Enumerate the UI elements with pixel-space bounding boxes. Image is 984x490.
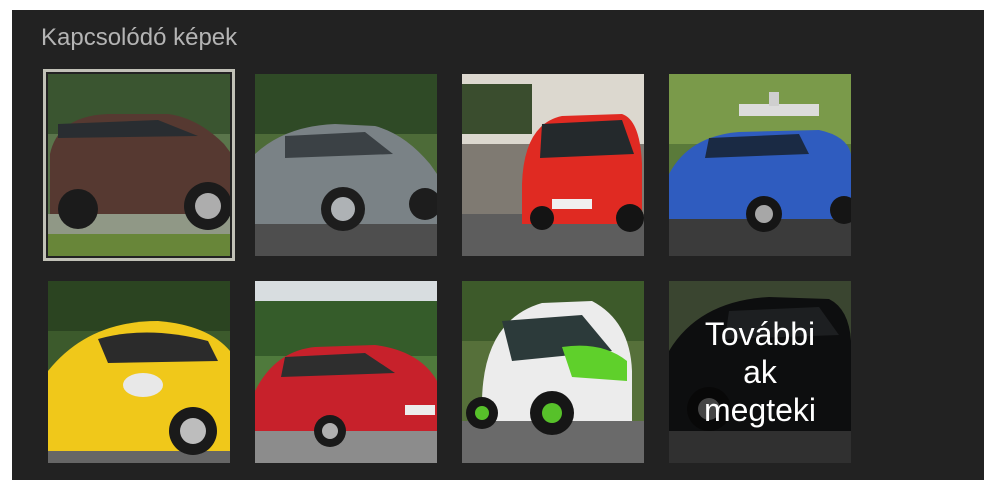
more-images-label: További ak megteki	[703, 316, 817, 428]
more-images-overlay: További ak megteki	[669, 281, 851, 463]
thumbnail-red-lexus-sedan[interactable]	[255, 281, 437, 463]
brown-station-wagon-image	[48, 74, 230, 256]
blue-autonomous-car-image	[669, 74, 851, 256]
more-images-button[interactable]: További ak megteki	[669, 281, 851, 463]
red-smart-car-image	[462, 74, 644, 256]
renault-twizy-image	[462, 281, 644, 463]
panel-title: Kapcsolódó képek	[41, 24, 238, 51]
thumbnail-renault-twizy[interactable]	[462, 281, 644, 463]
thumbnail-blue-autonomous-car[interactable]	[669, 74, 851, 256]
related-images-panel: Kapcsolódó képek További ak megteki	[12, 10, 984, 480]
thumbnail-red-smart-car[interactable]	[462, 74, 644, 256]
thumbnail-brown-station-wagon[interactable]	[43, 69, 235, 261]
thumbnail-yellow-sports-car[interactable]	[48, 281, 230, 463]
red-lexus-sedan-image	[255, 281, 437, 463]
yellow-sports-car-image	[48, 281, 230, 463]
thumbnail-grey-sedan[interactable]	[255, 74, 437, 256]
grey-sedan-image	[255, 74, 437, 256]
